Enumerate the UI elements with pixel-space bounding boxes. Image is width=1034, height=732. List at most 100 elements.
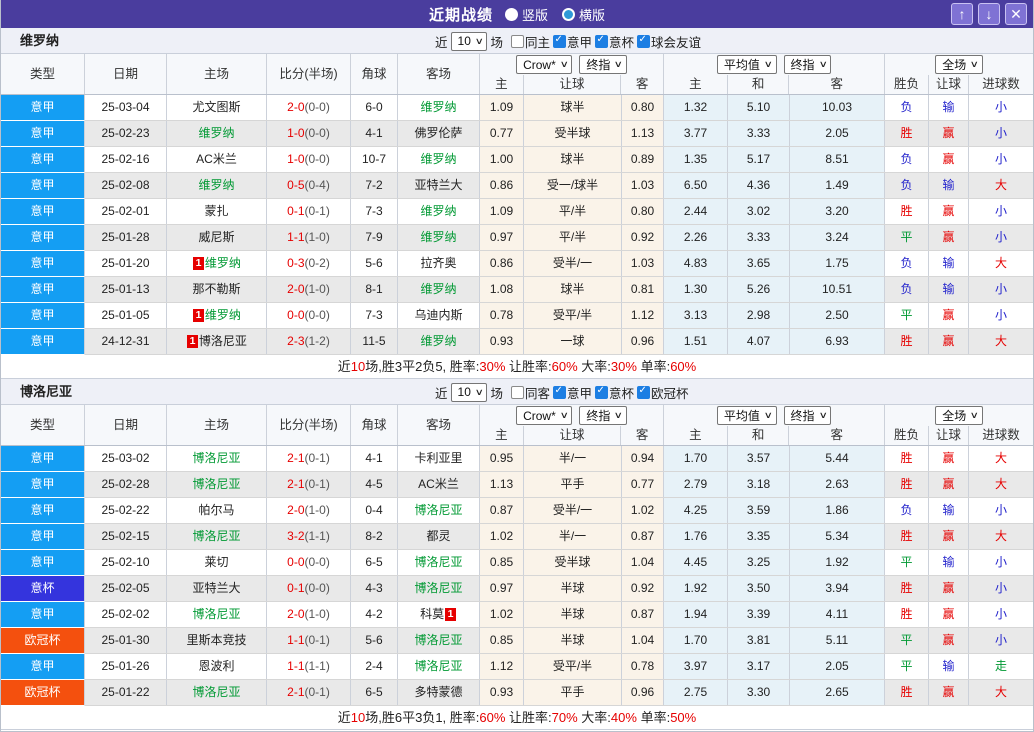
odds-away: 0.92 — [622, 576, 664, 601]
odds-away: 1.03 — [622, 173, 664, 198]
league-filter-checkbox-1[interactable]: 意杯 — [595, 32, 634, 51]
away-team-link[interactable]: 博洛尼亚 — [414, 581, 462, 595]
odds-home: 0.85 — [480, 628, 524, 653]
score-cell: 2-1(0-1) — [267, 680, 351, 705]
home-team-link[interactable]: 亚特兰大 — [192, 581, 240, 595]
fulltime-score: 2-3 — [287, 334, 305, 348]
same-venue-checkbox[interactable]: 同客 — [510, 383, 550, 402]
move-up-button[interactable]: ↑ — [951, 3, 973, 25]
home-team-link[interactable]: 恩波利 — [198, 659, 234, 673]
match-count-select[interactable]: 10 ∨ — [450, 382, 488, 402]
summary-text: 近 — [337, 710, 351, 725]
summary-text-value: 40% — [610, 710, 637, 725]
average-select[interactable]: 平均值 ∨ — [716, 55, 777, 74]
away-team-link[interactable]: 博洛尼亚 — [414, 659, 462, 673]
home-team-link[interactable]: 维罗纳 — [198, 126, 234, 140]
league-filter-checkbox-1[interactable]: 意杯 — [595, 383, 634, 402]
result-outcome: 负 — [885, 277, 929, 302]
away-team-link[interactable]: 拉齐奥 — [420, 256, 456, 270]
home-team-link[interactable]: 博洛尼亚 — [192, 607, 240, 621]
period-select[interactable]: 全场 ∨ — [935, 406, 983, 425]
home-team-link[interactable]: 1 维罗纳 — [192, 308, 241, 322]
final-index-select-2[interactable]: 终指 ∨ — [783, 406, 832, 425]
bookmaker-select[interactable]: Crow* ∨ — [516, 406, 573, 425]
league-badge: 意甲 — [1, 147, 85, 173]
away-team-link[interactable]: 博洛尼亚 — [414, 555, 462, 569]
away-team-link[interactable]: 多特蒙德 — [414, 685, 462, 699]
final-index-select[interactable]: 终指 ∨ — [579, 406, 627, 425]
league-filter-checkbox-2[interactable]: 球会友谊 — [637, 32, 701, 51]
chevron-down-icon: ∨ — [763, 410, 773, 420]
match-count-select[interactable]: 10 ∨ — [450, 31, 488, 51]
league-filter-checkbox-0[interactable]: 意甲 — [553, 32, 592, 51]
odds-home: 0.97 — [480, 225, 524, 250]
odds-home: 0.93 — [480, 680, 524, 705]
final-index-select[interactable]: 终指 ∨ — [579, 55, 627, 74]
home-team-link[interactable]: 尤文图斯 — [192, 100, 240, 114]
home-team-link[interactable]: 莱切 — [204, 555, 228, 569]
home-team-link[interactable]: 威尼斯 — [198, 230, 234, 244]
away-team-link[interactable]: 维罗纳 — [420, 282, 456, 296]
match-date: 25-02-15 — [85, 524, 167, 549]
home-team-link[interactable]: 博洛尼亚 — [192, 477, 240, 491]
away-team-link[interactable]: 卡利亚里 — [414, 451, 462, 465]
avg-away: 5.11 — [790, 628, 885, 653]
home-team-link[interactable]: 维罗纳 — [198, 178, 234, 192]
final-index-select-2[interactable]: 终指 ∨ — [783, 55, 832, 74]
odds-away: 0.80 — [622, 95, 664, 120]
away-team-link[interactable]: 维罗纳 — [420, 152, 456, 166]
chevron-down-icon: ∨ — [614, 410, 624, 420]
avg-draw: 3.17 — [728, 654, 790, 679]
period-select[interactable]: 全场 ∨ — [935, 55, 983, 74]
home-team-link[interactable]: 博洛尼亚 — [192, 529, 240, 543]
away-team-link[interactable]: 佛罗伦萨 — [414, 126, 462, 140]
away-team-link[interactable]: 博洛尼亚 — [414, 503, 462, 517]
away-team-link[interactable]: 维罗纳 — [420, 334, 456, 348]
away-team-cell: 卡利亚里 — [398, 446, 480, 471]
home-team-link[interactable]: 蒙扎 — [204, 204, 228, 218]
away-team-link[interactable]: 都灵 — [426, 529, 450, 543]
avg-away: 5.44 — [790, 446, 885, 471]
avg-draw: 3.59 — [728, 498, 790, 523]
layout-radio-horizontal[interactable]: 横版 — [562, 5, 605, 24]
result-handicap: 赢 — [929, 602, 969, 627]
league-filter-checkbox-0[interactable]: 意甲 — [553, 383, 592, 402]
away-team-link[interactable]: 乌迪内斯 — [414, 308, 462, 322]
average-select[interactable]: 平均值 ∨ — [716, 406, 777, 425]
result-outcome: 胜 — [885, 446, 929, 471]
odds-handicap: 球半 — [524, 95, 622, 120]
home-team-link[interactable]: AC米兰 — [196, 152, 237, 166]
away-team-link[interactable]: 维罗纳 — [420, 204, 456, 218]
close-button[interactable]: ✕ — [1005, 3, 1027, 25]
home-team-link[interactable]: 里斯本竞技 — [186, 633, 246, 647]
away-team-link[interactable]: 亚特兰大 — [414, 178, 462, 192]
result-outcome: 平 — [885, 550, 929, 575]
column-header: 和 — [728, 75, 790, 94]
away-team-link[interactable]: 维罗纳 — [420, 100, 456, 114]
move-down-button[interactable]: ↓ — [978, 3, 1000, 25]
chevron-down-icon: ∨ — [559, 59, 569, 69]
column-header: 角球 — [351, 54, 398, 94]
away-team-link[interactable]: AC米兰 — [418, 477, 459, 491]
league-filter-checkbox-2[interactable]: 欧冠杯 — [637, 383, 689, 402]
result-outcome: 胜 — [885, 602, 929, 627]
home-team-link[interactable]: 博洛尼亚 — [192, 685, 240, 699]
home-team-link[interactable]: 1 维罗纳 — [192, 256, 241, 270]
corner-score: 4-1 — [351, 121, 398, 146]
away-team-link[interactable]: 科莫 1 — [420, 607, 457, 621]
bookmaker-select[interactable]: Crow* ∨ — [516, 55, 573, 74]
home-team-link[interactable]: 那不勒斯 — [192, 282, 240, 296]
same-venue-checkbox[interactable]: 同主 — [510, 32, 550, 51]
header-group: Crow* ∨ 终指 ∨ 主让球客 — [480, 54, 664, 94]
home-team-link[interactable]: 帕尔马 — [198, 503, 234, 517]
score-cell: 0-0(0-0) — [267, 550, 351, 575]
header-group-selects: 全场 ∨ — [885, 54, 1033, 75]
away-team-link[interactable]: 维罗纳 — [420, 230, 456, 244]
home-team-link[interactable]: 博洛尼亚 — [192, 451, 240, 465]
avg-draw: 2.98 — [728, 303, 790, 328]
column-header: 客场 — [398, 54, 480, 94]
away-team-link[interactable]: 博洛尼亚 — [414, 633, 462, 647]
games-label: 场 — [490, 386, 503, 401]
home-team-link[interactable]: 1 博洛尼亚 — [186, 334, 247, 348]
layout-radio-vertical[interactable]: 竖版 — [504, 5, 548, 24]
